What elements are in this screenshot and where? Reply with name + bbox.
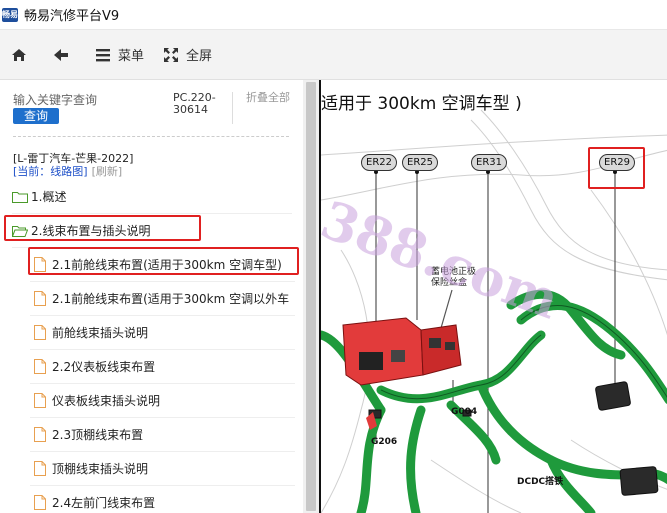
tree-item-front-cabin-ac[interactable]: 2.1前舱线束布置(适用于300km 空调车型) [30,248,295,282]
tree-item-label: 1.概述 [31,190,67,204]
left-panel: 查询 PC.220-30614 折叠全部 [L-雷丁汽车-芒果-2022] [当… [0,80,303,513]
tree-item-roof-layout[interactable]: 2.3顶棚线束布置 [30,418,295,452]
tree-item-dashboard-layout[interactable]: 2.2仪表板线束布置 [30,350,295,384]
tree-item-label: 2.1前舱线束布置(适用于300km 空调以外车 [52,292,290,306]
fullscreen-icon [162,46,180,64]
file-icon [34,359,46,374]
file-icon [34,427,46,442]
connector-label-er25[interactable]: ER25 [402,154,438,171]
menu-label: 菜单 [118,49,145,64]
file-icon [34,495,46,510]
diagram-title: 适用于 300km 空调车型 ) [321,94,522,114]
diagram-panel: 适用于 300km 空调车型 ) ER22 ER25 ER31 ER29 蓄电池… [319,80,667,513]
toolbar: 菜单 全屏 [0,30,667,80]
menu-button[interactable]: 菜单 [94,45,144,64]
folder-icon [12,191,28,203]
app-logo-icon: 畅易 [2,7,18,22]
tree-header: [L-雷丁汽车-芒果-2022] [当前：线路图] [刷新] [13,152,293,178]
tree-item-front-cabin-other[interactable]: 2.1前舱线束布置(适用于300km 空调以外车 [30,282,295,316]
home-button[interactable] [10,46,34,64]
folder-open-icon [12,225,28,237]
tree-item-label: 顶棚线束插头说明 [52,462,149,476]
search-input[interactable] [13,92,163,108]
connector-label-er29[interactable]: ER29 [599,154,635,171]
file-icon [34,325,46,340]
file-icon [34,393,46,408]
fullscreen-label: 全屏 [186,49,213,64]
home-icon [10,46,28,64]
search-button[interactable]: 查询 [13,108,59,124]
ground-label-g004: G004 [451,407,478,417]
refresh-link[interactable]: [刷新] [92,165,123,178]
back-button[interactable] [52,46,76,64]
tree-item-dashboard-connectors[interactable]: 仪表板线束插头说明 [30,384,295,418]
tree-item-label: 2.3顶棚线束布置 [52,428,144,442]
scrollbar-thumb[interactable] [306,82,316,511]
search-row: 查询 PC.220-30614 折叠全部 [13,90,293,140]
tree-item-label: 2.1前舱线束布置(适用于300km 空调车型) [52,258,282,272]
tree-root-label: [L-雷丁汽车-芒果-2022] [13,152,134,165]
connector-label-er22[interactable]: ER22 [361,154,397,171]
tree-item-label: 2.线束布置与插头说明 [31,224,151,238]
tree-item-harness-layout[interactable]: 2.线束布置与插头说明 [12,214,292,248]
ground-label-g206: G206 [371,437,398,447]
tree-item-front-cabin-connectors[interactable]: 前舱线束插头说明 [30,316,295,350]
title-bar: 畅易 畅易汽修平台V9 [0,0,667,30]
fullscreen-button[interactable]: 全屏 [162,45,212,64]
left-panel-scrollbar[interactable] [303,80,319,513]
dcdc-ground-label: DCDC搭铁 [517,477,564,487]
tree-item-overview[interactable]: 1.概述 [12,180,292,214]
menu-icon [94,46,112,64]
collapse-all-button[interactable]: 折叠全部 [246,92,291,104]
tree-item-roof-connectors[interactable]: 顶棚线束插头说明 [30,452,295,486]
tree-item-left-front-door[interactable]: 2.4左前门线束布置 [30,486,295,513]
tree-item-label: 2.2仪表板线束布置 [52,360,156,374]
file-icon [34,291,46,306]
tree-item-label: 2.4左前门线束布置 [52,496,156,510]
file-icon [34,257,46,272]
file-icon [34,461,46,476]
connector-label-er31[interactable]: ER31 [471,154,507,171]
tree-current-label: [当前：线路图] [13,165,88,178]
tree-item-label: 仪表板线束插头说明 [52,394,161,408]
app-title: 畅易汽修平台V9 [24,9,120,24]
divider [13,136,289,137]
pc-code: PC.220-30614 [173,92,233,124]
back-arrow-icon [52,46,70,64]
tree-item-label: 前舱线束插头说明 [52,326,149,340]
